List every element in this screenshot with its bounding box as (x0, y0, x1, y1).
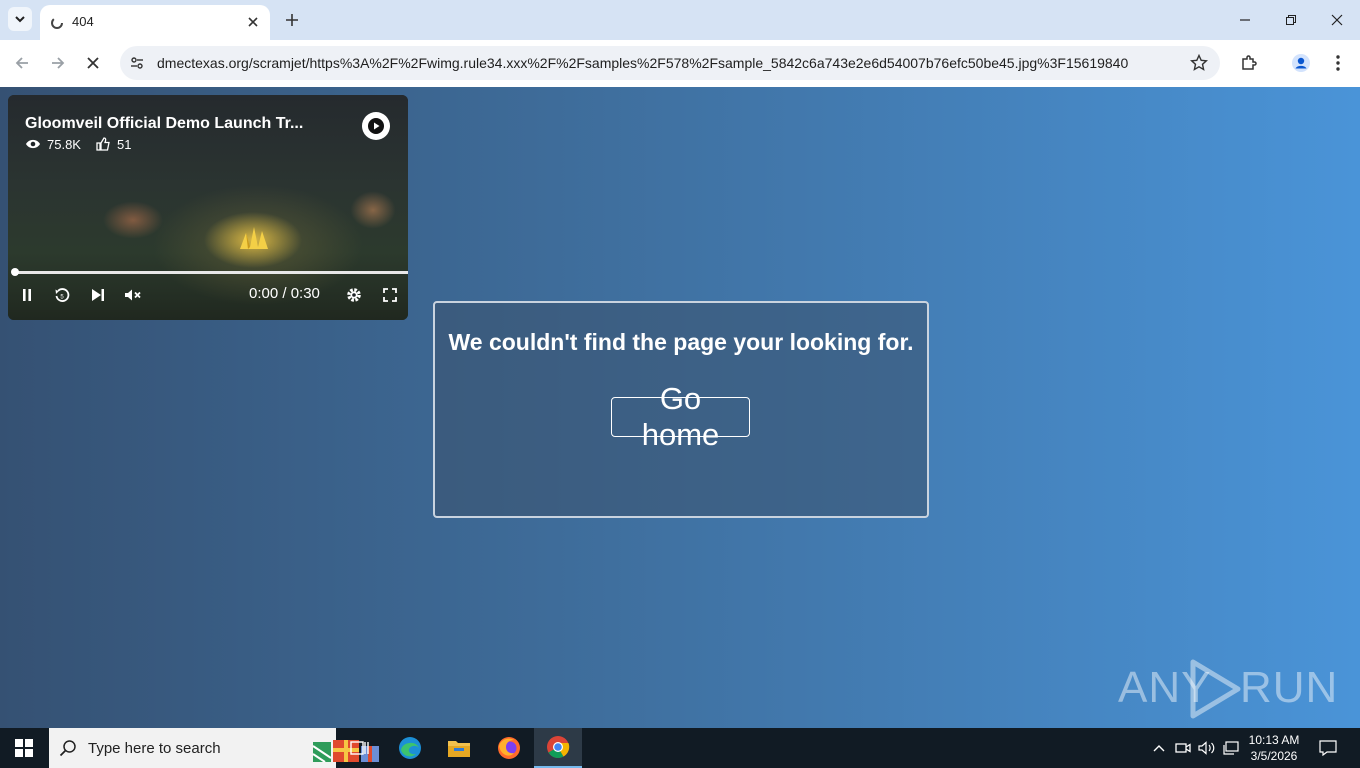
windows-taskbar: Type here to search 10:13 AM 3/5/2026 (0, 728, 1360, 768)
tab-title: 404 (72, 14, 94, 29)
site-settings-icon[interactable] (128, 54, 146, 72)
page-content: Gloomveil Official Demo Launch Tr... 75.… (0, 87, 1360, 728)
new-tab-button[interactable] (282, 10, 302, 30)
taskbar-search-box[interactable]: Type here to search (49, 728, 379, 768)
folder-icon (448, 741, 470, 757)
camera-icon (1175, 743, 1191, 753)
task-view-icon (350, 741, 369, 755)
address-bar[interactable]: dmectexas.org/scramjet/https%3A%2F%2Fwim… (120, 46, 1220, 80)
fullscreen-icon (383, 288, 397, 302)
arrow-left-icon (15, 57, 28, 69)
svg-text:5: 5 (60, 295, 64, 301)
clock-date: 3/5/2026 (1250, 749, 1298, 763)
thumbs-up-icon (96, 137, 110, 151)
restore-icon (1286, 15, 1296, 25)
tab-search-button[interactable] (8, 7, 32, 31)
video-progress-bar[interactable] (11, 268, 408, 276)
pause-button[interactable] (17, 285, 37, 305)
progress-knob[interactable] (11, 268, 19, 276)
taskbar-firefox[interactable] (485, 728, 533, 768)
network-button[interactable] (1221, 728, 1241, 768)
menu-button[interactable] (1325, 50, 1351, 76)
taskbar-chrome[interactable] (534, 728, 582, 768)
pause-icon (23, 289, 31, 301)
restore-button[interactable] (1268, 0, 1314, 40)
profile-button[interactable] (1288, 50, 1314, 76)
taskbar-clock[interactable]: 10:13 AM 3/5/2026 (1243, 732, 1305, 764)
replay-icon: 5 (55, 288, 70, 302)
video-title: Gloomveil Official Demo Launch Tr... (25, 115, 304, 132)
puzzle-icon (1242, 55, 1257, 70)
firefox-icon (498, 737, 520, 759)
avatar-icon (1292, 54, 1310, 72)
back-button[interactable] (9, 50, 35, 76)
active-tab[interactable]: 404 (40, 5, 270, 40)
forward-button[interactable] (45, 50, 71, 76)
notification-icon (1319, 740, 1337, 756)
close-window-button[interactable] (1314, 0, 1360, 40)
glowing-crystal-graphic (240, 227, 268, 249)
replay-button[interactable]: 5 (52, 285, 72, 305)
clock-time: 10:13 AM (1248, 733, 1300, 747)
speaker-icon (1198, 741, 1215, 755)
watermark-right-text: RUN (1240, 663, 1339, 712)
mute-button[interactable] (123, 285, 143, 305)
next-button[interactable] (88, 285, 108, 305)
volume-button[interactable] (1197, 728, 1217, 768)
error-card: We couldn't find the page your looking f… (433, 301, 929, 518)
eye-icon (26, 139, 40, 149)
extensions-button[interactable] (1236, 50, 1262, 76)
close-icon (1331, 14, 1343, 26)
browser-toolbar: dmectexas.org/scramjet/https%3A%2F%2Fwim… (0, 40, 1360, 88)
anyrun-watermark: ANY RUN (1118, 659, 1337, 719)
view-count: 75.8K (47, 136, 81, 152)
tab-close-icon[interactable] (244, 13, 262, 31)
edge-icon (399, 737, 421, 759)
settings-button[interactable] (344, 285, 364, 305)
more-vertical-icon (1336, 55, 1340, 71)
chevron-up-icon (1153, 745, 1165, 752)
chrome-icon (547, 736, 570, 758)
video-player[interactable]: Gloomveil Official Demo Launch Tr... 75.… (8, 95, 408, 320)
meet-now-button[interactable] (1173, 728, 1193, 768)
plus-icon (286, 14, 298, 26)
play-logo-icon (1190, 659, 1241, 719)
chevron-down-icon (15, 16, 25, 23)
loading-favicon-icon (51, 17, 63, 29)
network-icon (1223, 741, 1239, 755)
fullscreen-button[interactable] (380, 285, 400, 305)
url-text: dmectexas.org/scramjet/https%3A%2F%2Fwim… (157, 55, 1129, 71)
gear-icon (347, 288, 361, 302)
video-stats: 75.8K 51 (25, 136, 131, 152)
tab-strip: 404 (0, 0, 1360, 40)
windows-logo-icon (15, 739, 33, 757)
skip-next-icon (92, 289, 104, 301)
channel-logo-icon[interactable] (362, 112, 390, 140)
stop-loading-button[interactable] (80, 50, 106, 76)
video-time: 0:00 / 0:30 (249, 285, 320, 302)
close-icon (87, 57, 99, 69)
minimize-icon (1240, 19, 1250, 21)
like-count: 51 (116, 136, 132, 152)
go-home-button[interactable]: Go home (611, 381, 750, 452)
notifications-button[interactable] (1316, 728, 1340, 768)
taskbar-file-explorer[interactable] (435, 728, 483, 768)
search-icon (59, 740, 76, 757)
arrow-right-icon (52, 57, 65, 69)
search-placeholder: Type here to search (88, 740, 221, 757)
bookmark-star-icon[interactable] (1190, 54, 1208, 72)
taskbar-edge[interactable] (386, 728, 434, 768)
task-view-button[interactable] (336, 728, 384, 768)
volume-muted-icon (125, 289, 141, 301)
start-button[interactable] (0, 728, 48, 768)
error-message: We couldn't find the page your looking f… (448, 329, 914, 355)
minimize-button[interactable] (1222, 0, 1268, 40)
show-hidden-icons-button[interactable] (1149, 728, 1169, 768)
